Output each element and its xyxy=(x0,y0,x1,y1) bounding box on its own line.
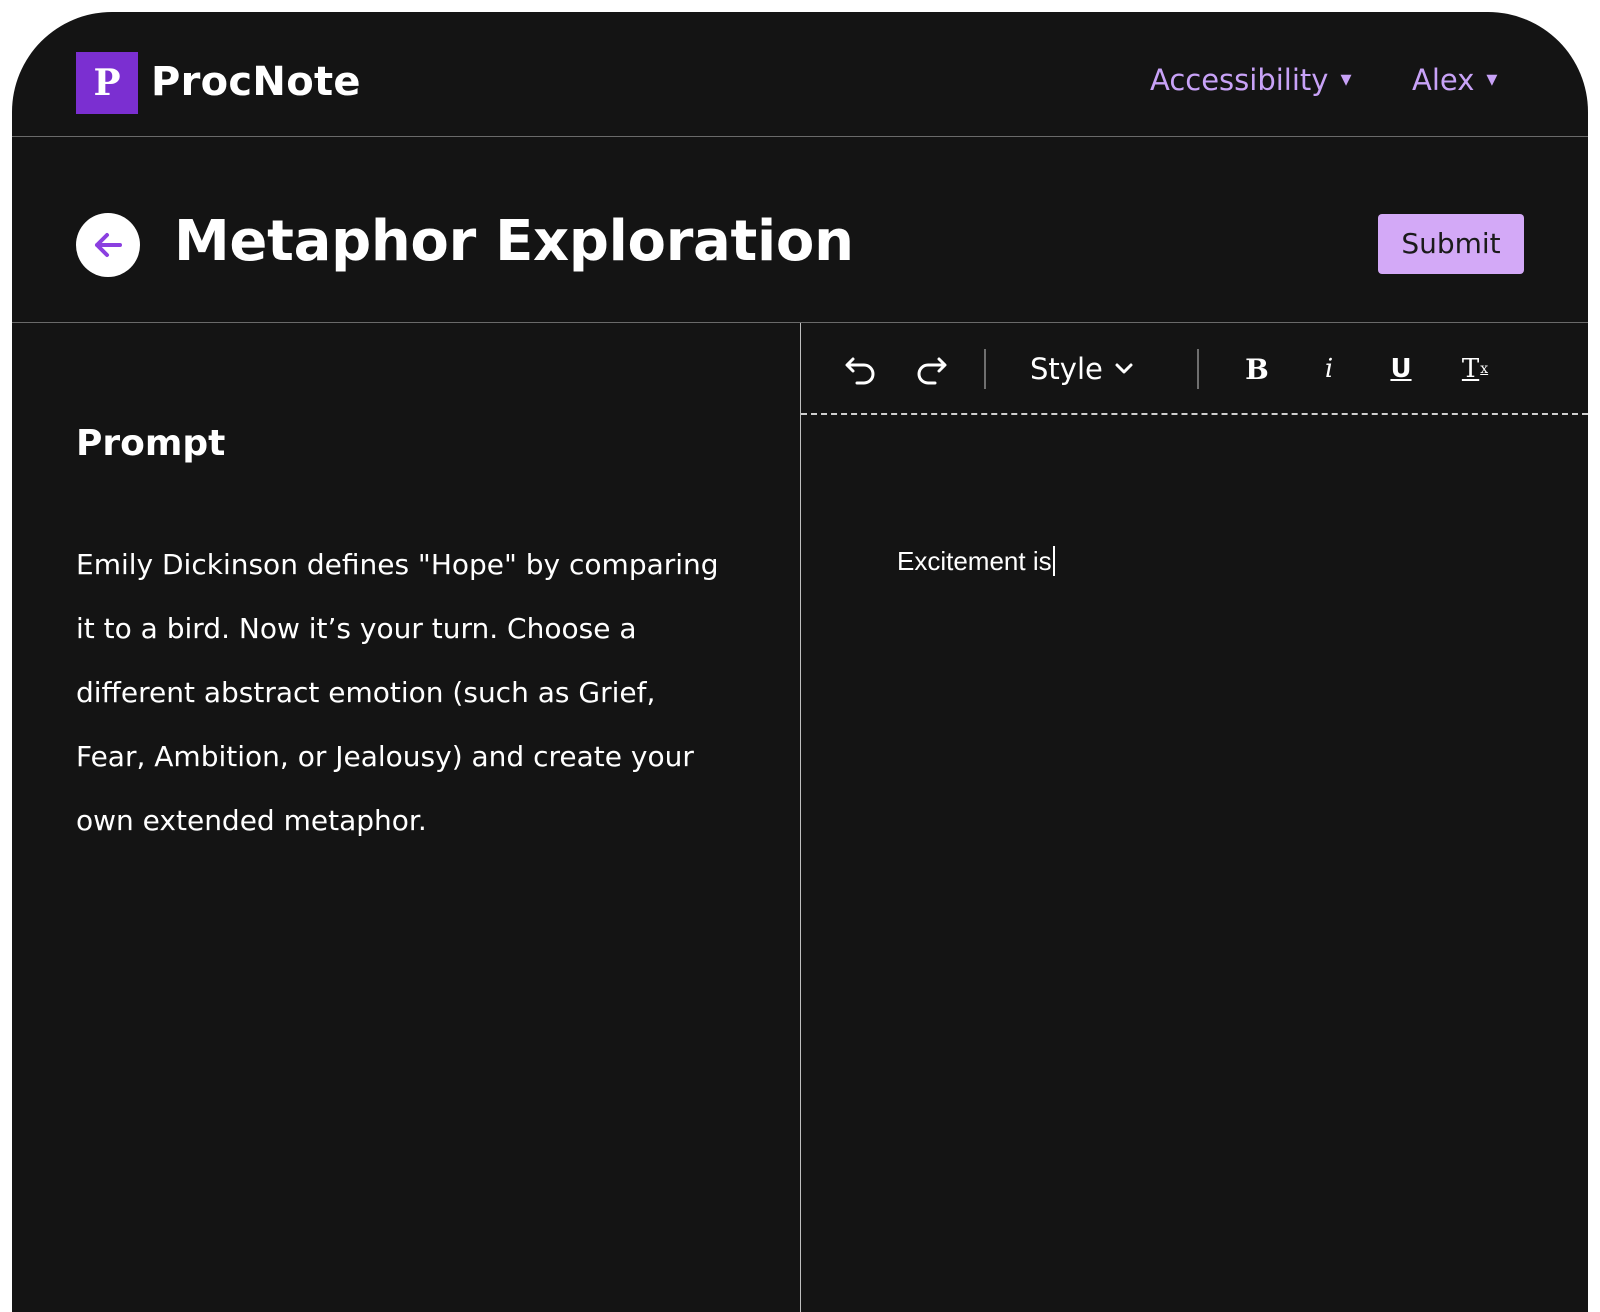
back-button[interactable] xyxy=(76,213,140,277)
toolbar-divider xyxy=(984,349,986,389)
page-header: Metaphor Exploration Submit xyxy=(12,137,1588,323)
italic-button[interactable]: i xyxy=(1309,345,1349,393)
prompt-text: Emily Dickinson defines "Hope" by compar… xyxy=(76,548,719,837)
bold-button[interactable]: B xyxy=(1237,345,1277,393)
style-dropdown[interactable]: Style xyxy=(1030,345,1135,393)
clear-format-icon: T xyxy=(1461,354,1480,384)
clear-formatting-button[interactable]: Tx xyxy=(1453,345,1497,393)
editor-panel: Style B i U Tx Excitement is xyxy=(801,323,1588,1312)
submit-button[interactable]: Submit xyxy=(1378,214,1524,274)
clear-format-sub: x xyxy=(1480,361,1489,377)
arrow-left-icon xyxy=(95,233,122,257)
undo-icon xyxy=(845,357,875,385)
caret-down-icon: ▾ xyxy=(1486,67,1498,92)
svg-text:P: P xyxy=(93,62,120,104)
editor-text: Excitement is xyxy=(897,546,1052,576)
top-navbar: P ProcNote Accessibility ▾ Alex ▾ xyxy=(12,12,1588,137)
app-window: P ProcNote Accessibility ▾ Alex ▾ Metaph… xyxy=(12,12,1588,1312)
caret-down-icon: ▾ xyxy=(1340,67,1352,92)
redo-icon xyxy=(917,357,947,385)
procnote-logo-icon[interactable]: P xyxy=(76,52,138,114)
toolbar-divider xyxy=(1197,349,1199,389)
style-dropdown-label: Style xyxy=(1030,352,1103,386)
logo-glyph-icon: P xyxy=(93,62,120,104)
text-editor[interactable]: Excitement is xyxy=(897,543,1537,579)
brand-name[interactable]: ProcNote xyxy=(151,58,361,106)
undo-button[interactable] xyxy=(841,345,881,393)
prompt-heading: Prompt xyxy=(76,423,226,464)
accessibility-menu-label: Accessibility xyxy=(1150,63,1329,97)
underline-button[interactable]: U xyxy=(1381,345,1421,393)
text-cursor xyxy=(1052,546,1055,576)
accessibility-menu[interactable]: Accessibility ▾ xyxy=(1150,60,1352,100)
user-name: Alex xyxy=(1412,63,1475,97)
chevron-down-icon xyxy=(1113,358,1135,380)
editor-toolbar: Style B i U Tx xyxy=(801,323,1588,415)
user-menu[interactable]: Alex ▾ xyxy=(1412,60,1497,100)
prompt-panel: Prompt Emily Dickinson defines "Hope" by… xyxy=(12,323,801,1312)
page-title: Metaphor Exploration xyxy=(174,209,854,274)
redo-button[interactable] xyxy=(911,345,951,393)
